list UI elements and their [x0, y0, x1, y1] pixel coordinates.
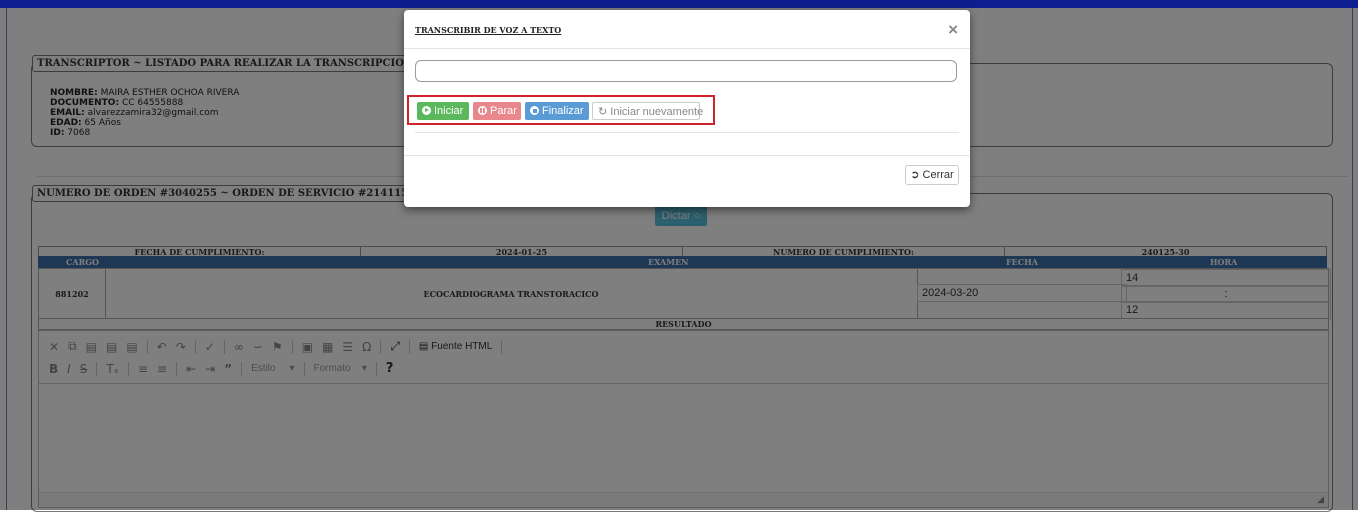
finalizar-button[interactable]: Finalizar — [525, 102, 589, 120]
modal-footer-divider — [404, 155, 970, 156]
top-bar — [0, 0, 1358, 8]
sign-out-icon: ➲ — [910, 169, 920, 181]
parar-button[interactable]: Parar — [473, 102, 521, 120]
finalizar-label: Finalizar — [542, 105, 584, 117]
cerrar-button[interactable]: ➲ Cerrar — [905, 165, 959, 185]
play-icon — [422, 106, 431, 115]
stop-icon — [530, 106, 539, 115]
iniciar-button[interactable]: Iniciar — [417, 102, 469, 120]
modal-header-divider — [404, 48, 970, 49]
close-icon[interactable]: × — [948, 20, 958, 40]
voice-to-text-modal: TRANSCRIBIR DE VOZ A TEXTO × Iniciar Par… — [404, 10, 970, 207]
pause-icon — [478, 106, 487, 115]
refresh-icon: ↻ — [598, 106, 608, 118]
cerrar-label: Cerrar — [922, 169, 954, 181]
modal-title: TRANSCRIBIR DE VOZ A TEXTO — [415, 25, 562, 35]
iniciar-label: Iniciar — [434, 105, 464, 117]
transcription-input[interactable] — [415, 60, 957, 82]
parar-label: Parar — [490, 105, 517, 117]
iniciar-nuevamente-button[interactable]: ↻ Iniciar nuevamente — [592, 102, 704, 120]
modal-body-divider — [415, 132, 959, 133]
iniciar-nuevamente-label: Iniciar nuevamente — [610, 106, 704, 118]
recording-controls: Iniciar Parar Finalizar ↻ Iniciar nuevam… — [407, 95, 715, 125]
